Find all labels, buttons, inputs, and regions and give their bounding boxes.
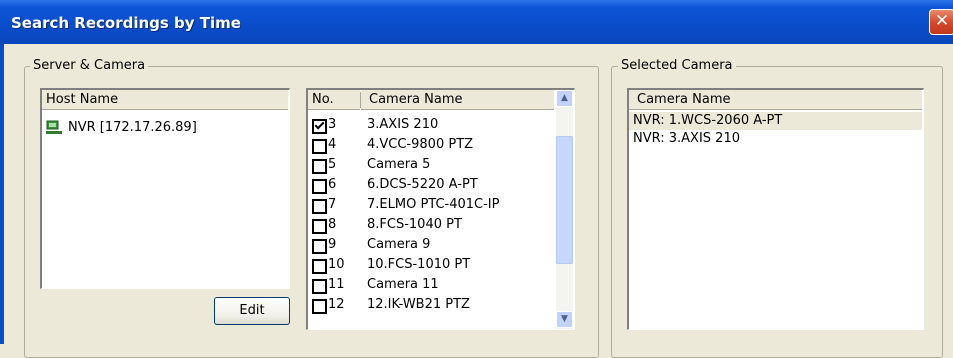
camera-name: 12.IK-WB21 PTZ: [367, 297, 470, 312]
scroll-down-button[interactable]: ▼: [556, 311, 573, 328]
camera-name: 3.AXIS 210: [367, 117, 439, 132]
scroll-up-button[interactable]: ▲: [556, 90, 573, 107]
server-camera-legend: Server & Camera: [30, 58, 149, 73]
host-list[interactable]: Host Name NVR [172.17.26.89]: [40, 88, 290, 289]
selected-camera-item[interactable]: NVR: 3.AXIS 210: [629, 130, 740, 148]
chevron-up-icon: ▲: [561, 93, 568, 103]
camera-number: 9: [328, 237, 337, 252]
scroll-thumb[interactable]: [556, 136, 573, 264]
camera-row[interactable]: 12 12.IK-WB21 PTZ: [308, 296, 554, 314]
camera-checkbox[interactable]: [312, 179, 327, 194]
camera-checkbox[interactable]: [312, 199, 327, 214]
host-name-header[interactable]: Host Name: [42, 90, 288, 110]
camera-checkbox[interactable]: [312, 219, 327, 234]
camera-number: 8: [328, 217, 337, 232]
camera-row[interactable]: 3 3.AXIS 210: [308, 116, 554, 134]
selected-camera-item[interactable]: NVR: 1.WCS-2060 A-PT: [629, 112, 922, 130]
camera-name: Camera 5: [367, 157, 431, 172]
camera-name: 7.ELMO PTC-401C-IP: [367, 197, 500, 212]
camera-checkbox[interactable]: [312, 259, 327, 274]
camera-number: 5: [328, 157, 337, 172]
camera-row[interactable]: 5 Camera 5: [308, 156, 554, 174]
camera-checkbox[interactable]: [312, 239, 327, 254]
camera-number: 11: [328, 277, 345, 292]
camera-number: 10: [328, 257, 345, 272]
close-icon: ✕: [934, 11, 950, 31]
computer-icon: [46, 120, 62, 134]
camera-name-header[interactable]: Camera Name: [361, 90, 554, 110]
camera-checkbox[interactable]: [312, 279, 327, 294]
camera-row[interactable]: 8 8.FCS-1040 PT: [308, 216, 554, 234]
edit-button[interactable]: Edit: [214, 297, 290, 325]
camera-scrollbar[interactable]: ▲ ▼: [556, 90, 573, 329]
close-button[interactable]: ✕: [929, 9, 953, 35]
camera-checkbox[interactable]: [312, 119, 327, 134]
camera-name: 4.VCC-9800 PTZ: [367, 137, 474, 152]
camera-name: 10.FCS-1010 PT: [367, 257, 471, 272]
window-frame-left: [0, 44, 4, 344]
camera-checkbox[interactable]: [312, 299, 327, 314]
title-bar: Search Recordings by Time ✕: [0, 0, 953, 44]
camera-checkbox[interactable]: [312, 139, 327, 154]
camera-row[interactable]: 7 7.ELMO PTC-401C-IP: [308, 196, 554, 214]
camera-name: Camera 9: [367, 237, 431, 252]
chevron-down-icon: ▼: [561, 314, 568, 324]
camera-number: 6: [328, 177, 337, 192]
camera-name: 6.DCS-5220 A-PT: [367, 177, 478, 192]
window-title: Search Recordings by Time: [11, 14, 241, 32]
camera-row[interactable]: 9 Camera 9: [308, 236, 554, 254]
camera-name: Camera 11: [367, 277, 439, 292]
host-label: NVR [172.17.26.89]: [68, 120, 197, 135]
camera-row[interactable]: 11 Camera 11: [308, 276, 554, 294]
camera-no-header[interactable]: No.: [308, 90, 360, 110]
edit-label: Edit: [239, 303, 265, 318]
camera-number: 3: [328, 117, 337, 132]
selected-camera-legend: Selected Camera: [618, 58, 736, 73]
camera-list[interactable]: No. Camera Name 3 3.AXIS 210 4 4.VCC-9800 P…: [306, 88, 575, 330]
camera-number: 7: [328, 197, 337, 212]
selected-camera-list[interactable]: Camera Name NVR: 1.WCS-2060 A-PT NVR: 3.…: [627, 88, 924, 330]
camera-name: 8.FCS-1040 PT: [367, 217, 462, 232]
selected-camera-header[interactable]: Camera Name: [629, 90, 922, 110]
camera-row[interactable]: 4 4.VCC-9800 PTZ: [308, 136, 554, 154]
camera-row[interactable]: 6 6.DCS-5220 A-PT: [308, 176, 554, 194]
camera-number: 12: [328, 297, 345, 312]
camera-row[interactable]: 10 10.FCS-1010 PT: [308, 256, 554, 274]
camera-number: 4: [328, 137, 337, 152]
camera-checkbox[interactable]: [312, 159, 327, 174]
